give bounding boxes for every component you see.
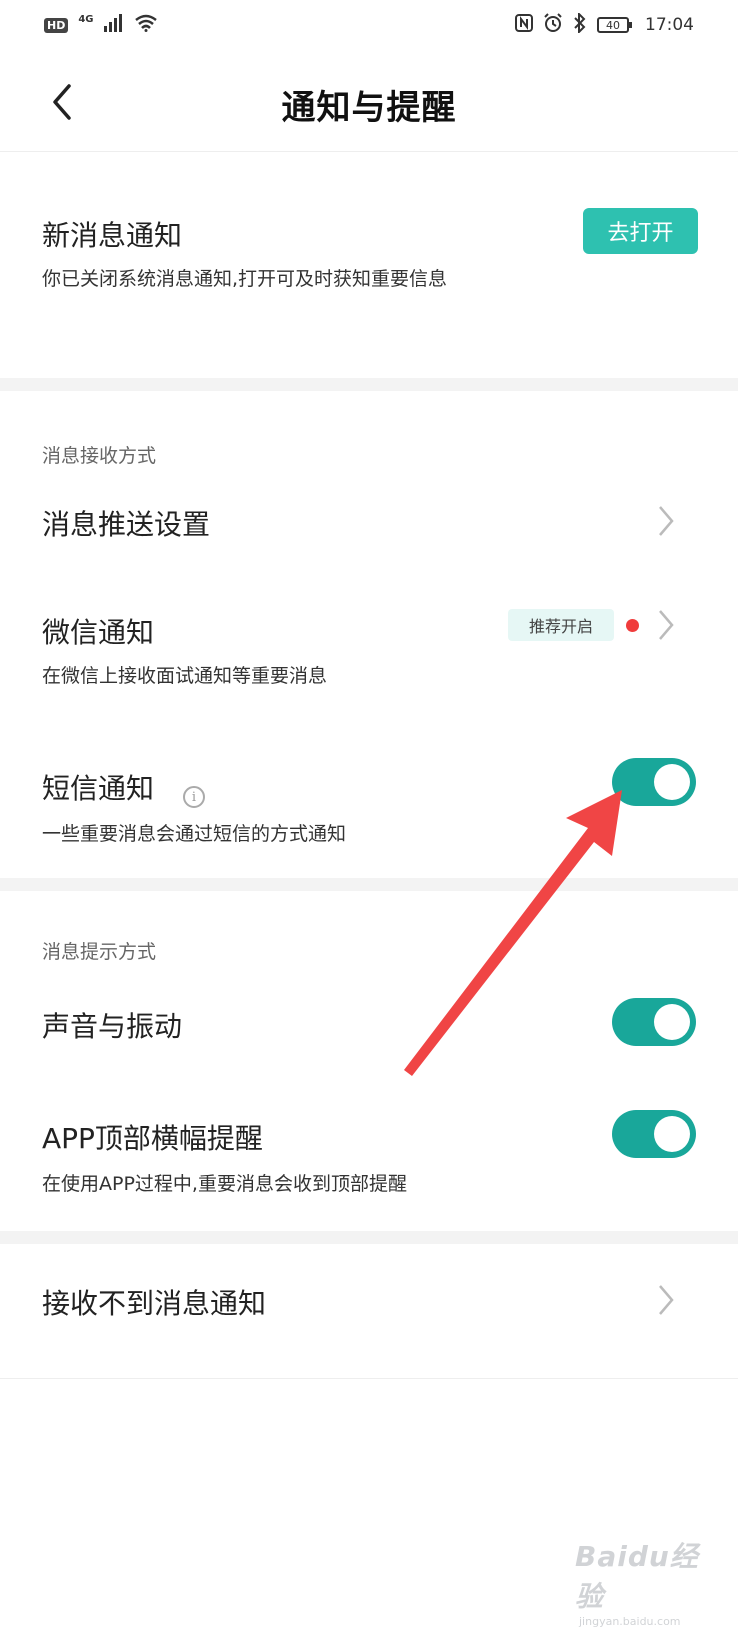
push-settings-label: 消息推送设置 (42, 508, 211, 541)
app-banner-toggle[interactable] (612, 1110, 696, 1158)
status-bar-left: HD 4G (44, 13, 158, 37)
prompt-group-label: 消息提示方式 (42, 941, 157, 963)
alarm-icon (543, 12, 563, 38)
toggle-knob (654, 764, 690, 800)
page-title: 通知与提醒 (281, 88, 457, 128)
recommend-tag: 推荐开启 (508, 609, 614, 641)
unread-dot (626, 619, 639, 632)
sms-notification-desc: 一些重要消息会通过短信的方式通知 (42, 823, 347, 845)
section-divider (0, 878, 738, 891)
wechat-notification-title: 微信通知 (42, 616, 155, 649)
signal-icon (103, 13, 124, 37)
hd-badge: HD (44, 17, 69, 33)
sound-vibration-title: 声音与振动 (42, 1010, 183, 1043)
new-message-section: 新消息通知 你已关闭系统消息通知,打开可及时获知重要信息 (0, 152, 738, 378)
info-icon[interactable]: i (183, 786, 205, 808)
open-notifications-button[interactable]: 去打开 (583, 208, 698, 254)
nfc-icon (515, 13, 533, 37)
section-divider (0, 1231, 738, 1244)
chevron-right-icon (659, 610, 674, 640)
help-section[interactable]: 接收不到消息通知 (0, 1244, 738, 1378)
help-title: 接收不到消息通知 (42, 1287, 267, 1320)
watermark-url: jingyan.baidu.com (579, 1615, 681, 1628)
sound-vibration-toggle[interactable] (612, 998, 696, 1046)
push-settings-row[interactable]: 消息推送设置 (0, 481, 738, 561)
bottom-divider (0, 1378, 738, 1379)
toggle-knob (654, 1116, 690, 1152)
wechat-notification-desc: 在微信上接收面试通知等重要消息 (42, 665, 328, 687)
wifi-icon (134, 14, 158, 37)
network-type: 4G (78, 13, 94, 25)
clock: 17:04 (645, 15, 694, 35)
toggle-knob (654, 1004, 690, 1040)
sms-notification-title: 短信通知 (42, 772, 155, 805)
status-bar-right: 40 17:04 (515, 11, 694, 38)
app-banner-desc: 在使用APP过程中,重要消息会收到顶部提醒 (42, 1173, 407, 1195)
new-message-title: 新消息通知 (42, 219, 183, 252)
watermark-brand: Baidu经验 (575, 1540, 699, 1613)
chevron-right-icon (659, 1285, 674, 1315)
section-divider (0, 378, 738, 391)
receive-methods-section: 消息接收方式 消息推送设置 微信通知 在微信上接收面试通知等重要消息 短信通知 … (0, 391, 738, 878)
app-banner-title: APP顶部横幅提醒 (42, 1122, 263, 1155)
app-header: 通知与提醒 (0, 50, 738, 152)
receive-group-label: 消息接收方式 (42, 445, 157, 467)
sms-toggle[interactable] (612, 758, 696, 806)
baidu-watermark: Baidu经验 jingyan.baidu.com (575, 1535, 725, 1628)
wechat-notification-row[interactable]: 微信通知 在微信上接收面试通知等重要消息 (0, 591, 738, 701)
chevron-right-icon (659, 506, 674, 536)
battery-icon: 40 (597, 17, 632, 33)
new-message-desc: 你已关闭系统消息通知,打开可及时获知重要信息 (42, 268, 448, 290)
status-bar: HD 4G 40 17:04 (0, 0, 738, 50)
prompt-methods-section: 消息提示方式 声音与振动 APP顶部横幅提醒 在使用APP过程中,重要消息会收到… (0, 891, 738, 1231)
bluetooth-icon (573, 11, 587, 38)
